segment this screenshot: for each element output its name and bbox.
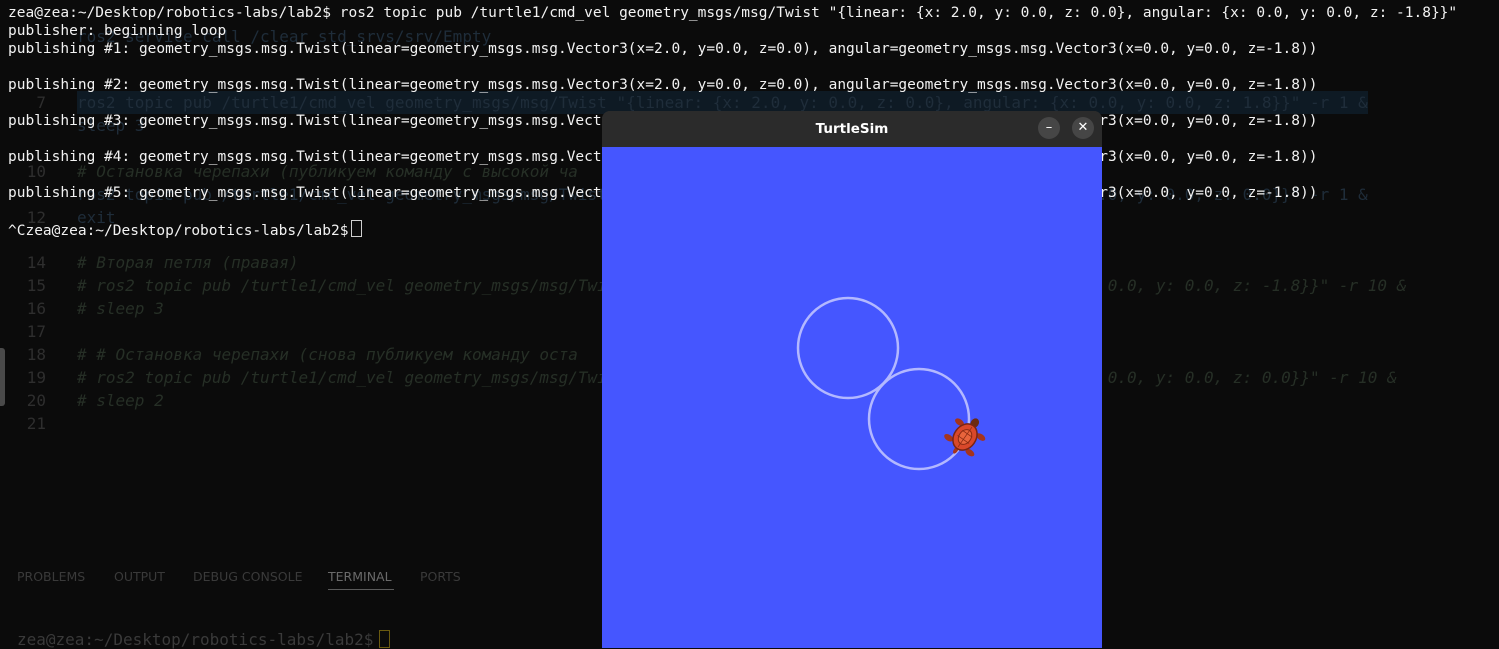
terminal-line: publisher: beginning loop (8, 22, 226, 40)
terminal-line: publishing #2: geometry_msgs.msg.Twist(l… (8, 76, 1317, 94)
line-number: 21 (26, 414, 46, 433)
tab-problems[interactable]: PROBLEMS (17, 569, 85, 584)
right-loop-trail (867, 367, 971, 471)
active-tab-indicator (328, 589, 394, 590)
terminal-line-text: publishing #2: geometry_msgs.msg.Twist(l… (8, 77, 1318, 93)
terminal-line-text: ^Czea@zea:~/Desktop/robotics-labs/lab2$ (8, 223, 349, 239)
terminal-cursor (351, 220, 363, 237)
sidebar-resize-handle[interactable] (0, 348, 5, 406)
minimize-button[interactable]: – (1038, 117, 1060, 139)
editor-code[interactable]: # # Остановка черепахи (снова публикуем … (77, 343, 578, 366)
terminal-line: publishing #1: geometry_msgs.msg.Twist(l… (8, 40, 1317, 58)
tab-ports[interactable]: PORTS (420, 569, 461, 584)
tab-output[interactable]: OUTPUT (114, 569, 165, 584)
terminal-line-text: publisher: beginning loop (8, 23, 227, 39)
close-button[interactable]: ✕ (1072, 117, 1094, 139)
tab-terminal[interactable]: TERMINAL (328, 569, 392, 584)
turtlesim-canvas (602, 147, 1102, 648)
line-number: 18 (26, 345, 46, 364)
panel-terminal-prompt[interactable]: zea@zea:~/Desktop/robotics-labs/lab2$ (17, 630, 391, 649)
editor-code[interactable]: # sleep 3 (77, 297, 164, 320)
terminal-line-text: publishing #1: geometry_msgs.msg.Twist(l… (8, 41, 1318, 57)
line-number: 16 (26, 299, 46, 318)
line-number: 20 (26, 391, 46, 410)
line-number: 15 (26, 276, 46, 295)
line-number: 17 (26, 322, 46, 341)
turtlesim-titlebar[interactable]: TurtleSim – ✕ (602, 111, 1102, 147)
panel-terminal-cursor (379, 630, 391, 648)
terminal-line-text: zea@zea:~/Desktop/robotics-labs/lab2$ ro… (8, 5, 1458, 21)
editor-code[interactable]: # sleep 2 (77, 389, 164, 412)
turtlesim-window[interactable]: TurtleSim – ✕ (602, 111, 1102, 648)
turtle-drawing (796, 296, 986, 471)
turtle-icon (944, 418, 986, 457)
line-number: 19 (26, 368, 46, 387)
panel-prompt-text: zea@zea:~/Desktop/robotics-labs/lab2$ (17, 630, 374, 649)
tab-debug-console[interactable]: DEBUG CONSOLE (193, 569, 302, 584)
terminal-line: ^Czea@zea:~/Desktop/robotics-labs/lab2$ (8, 220, 363, 240)
terminal-line: zea@zea:~/Desktop/robotics-labs/lab2$ ro… (8, 4, 1457, 22)
minimize-icon: – (1045, 120, 1053, 135)
close-icon: ✕ (1077, 120, 1089, 135)
window-title: TurtleSim (815, 121, 889, 137)
